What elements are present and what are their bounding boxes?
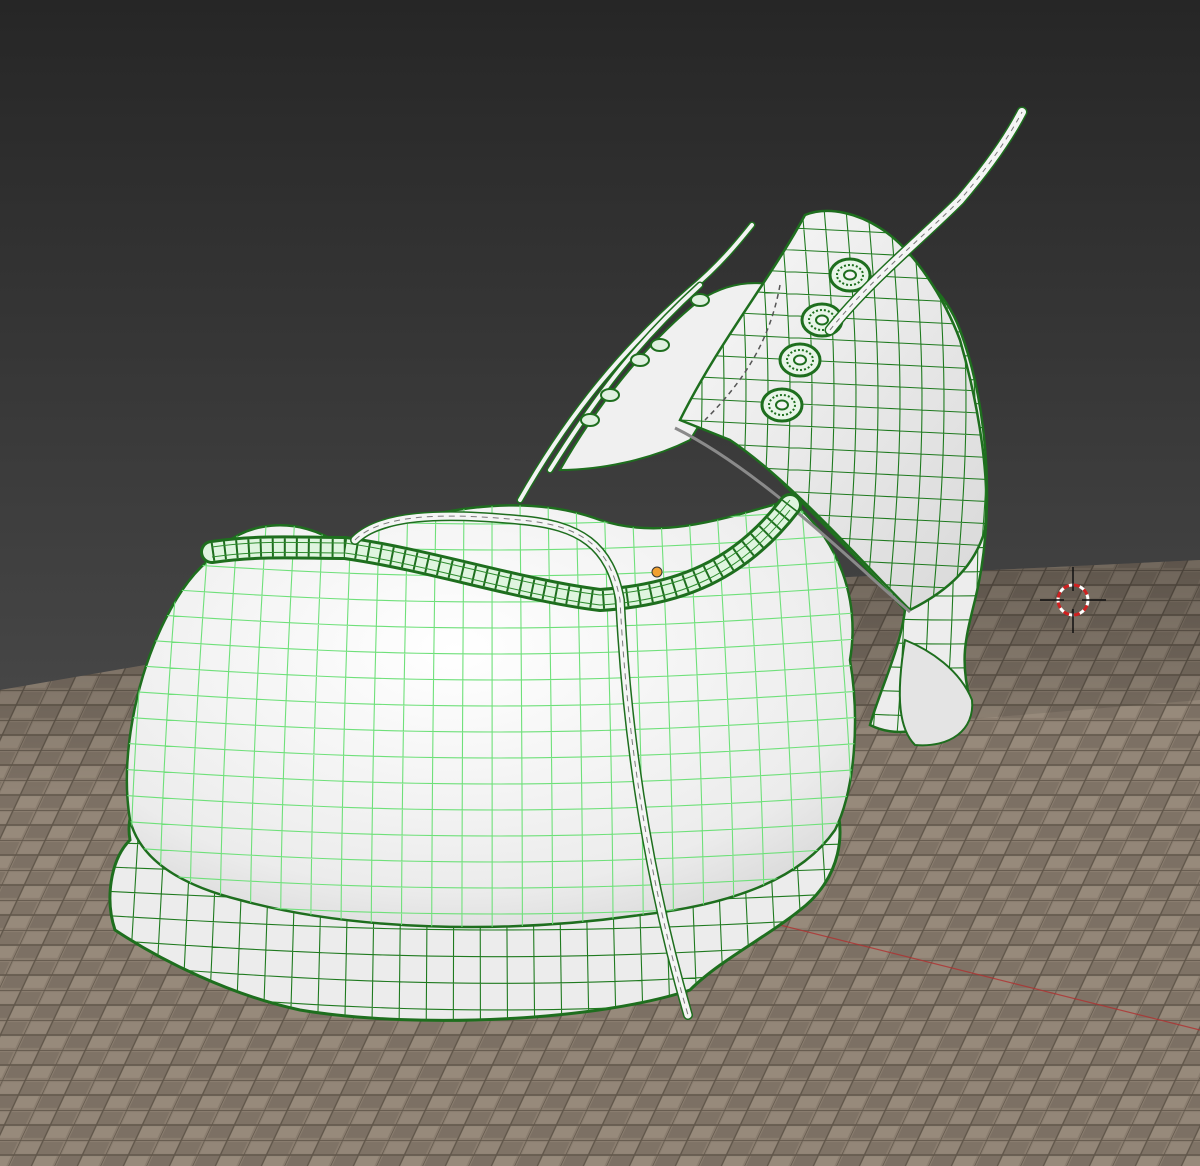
- eyelet-ring: [650, 338, 670, 352]
- eyelet-ring: [760, 387, 804, 423]
- viewport-scene[interactable]: [0, 0, 1200, 1166]
- object-origin-icon[interactable]: [651, 566, 663, 578]
- eyelet-ring: [630, 353, 650, 367]
- eyelet-ring: [778, 342, 822, 378]
- 3d-viewport[interactable]: [0, 0, 1200, 1166]
- eyelet-ring: [600, 388, 620, 402]
- eyelet-ring: [690, 293, 710, 307]
- eyelet-ring: [580, 413, 600, 427]
